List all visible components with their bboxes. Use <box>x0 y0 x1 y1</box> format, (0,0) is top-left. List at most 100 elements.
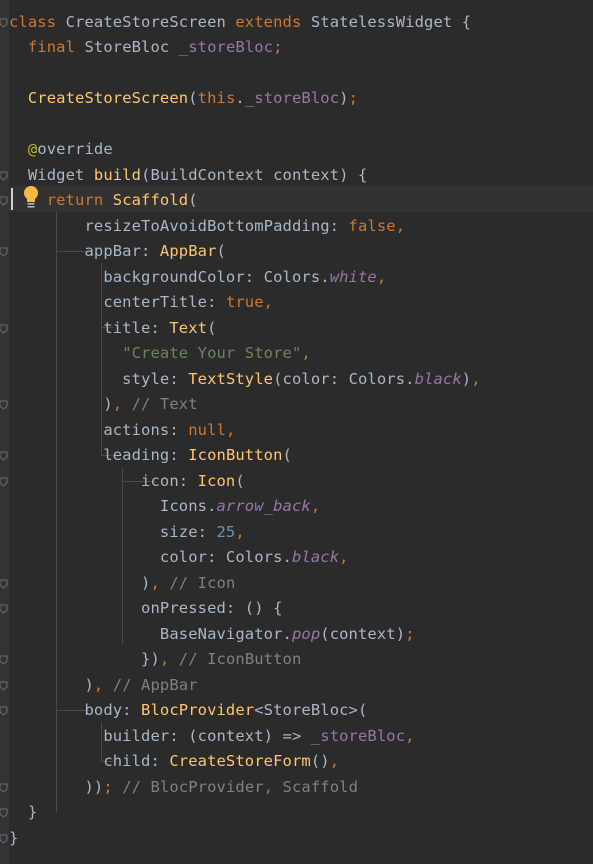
code-token: , <box>235 522 245 541</box>
fold-marker-icon[interactable] <box>0 171 8 181</box>
code-line[interactable]: centerTitle: true, <box>9 290 273 316</box>
code-token: title: <box>9 318 170 337</box>
code-line[interactable]: leading: IconButton( <box>9 443 292 469</box>
code-token: . <box>235 89 245 107</box>
code-line[interactable]: } <box>9 826 18 852</box>
code-token: ( <box>207 318 217 337</box>
code-line[interactable]: style: TextStyle(color: Colors.black), <box>9 367 481 393</box>
code-token: @ <box>27 140 38 158</box>
code-line[interactable]: Icons.arrow_back, <box>9 494 320 520</box>
code-token: Icons. <box>9 497 217 515</box>
fold-marker-icon[interactable] <box>0 247 8 257</box>
fold-marker-icon[interactable] <box>0 18 8 28</box>
code-line[interactable]: } <box>9 800 37 826</box>
code-token: StatelessWidget { <box>310 12 472 31</box>
code-line[interactable]: ), // Text <box>9 392 198 418</box>
code-token: }) <box>9 650 160 668</box>
code-line[interactable]: body: BlocProvider<StoreBloc>( <box>9 698 367 724</box>
code-line[interactable]: size: 25, <box>9 520 245 546</box>
code-token: ; <box>348 89 359 107</box>
code-line[interactable]: CreateStoreScreen(this._storeBloc); <box>9 86 358 112</box>
code-token: arrow_back <box>216 497 311 515</box>
code-line[interactable]: final StoreBloc _storeBloc; <box>9 35 283 61</box>
code-line[interactable]: color: Colors.black, <box>9 545 349 571</box>
code-token: extends <box>235 12 311 31</box>
code-token: (color: Colors. <box>273 369 415 388</box>
code-line[interactable]: class CreateStoreScreen extends Stateles… <box>9 10 471 36</box>
code-token: color: Colors. <box>9 548 292 566</box>
code-line[interactable]: backgroundColor: Colors.white, <box>9 265 386 291</box>
code-token: _storeBloc <box>244 89 340 107</box>
code-token: final <box>27 38 85 56</box>
code-token: // AppBar <box>112 675 198 694</box>
code-line[interactable]: onPressed: () { <box>9 596 283 622</box>
fold-marker-icon[interactable] <box>0 196 8 206</box>
code-token: style: <box>9 369 189 388</box>
code-token: ; <box>405 624 415 643</box>
code-token: return <box>46 191 113 209</box>
code-line[interactable]: child: CreateStoreForm(), <box>9 749 339 775</box>
code-token: _storeBloc <box>178 38 274 56</box>
code-line[interactable]: actions: null, <box>9 418 235 444</box>
code-token: // IconButton <box>178 650 302 668</box>
code-token: size: <box>9 522 217 541</box>
code-line[interactable]: ), // AppBar <box>9 673 198 699</box>
code-token: ; <box>103 777 123 796</box>
fold-marker-icon[interactable] <box>0 477 8 487</box>
code-line[interactable]: ), // Icon <box>9 571 235 597</box>
code-token: ) <box>461 369 472 388</box>
fold-marker-icon[interactable] <box>0 324 8 334</box>
code-token: ) <box>339 89 349 107</box>
fold-marker-icon[interactable] <box>0 579 8 589</box>
code-token: , <box>471 369 481 388</box>
code-token: child: <box>9 752 170 770</box>
code-token: Text <box>169 318 208 337</box>
code-token: BlocProvider <box>141 701 255 719</box>
code-token: ( <box>188 89 198 107</box>
code-token: ( <box>235 471 245 490</box>
code-token: , <box>310 497 321 515</box>
code-line[interactable]: return Scaffold( <box>9 188 198 214</box>
fold-marker-icon[interactable] <box>0 783 8 793</box>
code-line[interactable]: icon: Icon( <box>9 469 245 495</box>
code-token: BaseNavigator. <box>9 624 292 643</box>
code-line[interactable]: @override <box>9 137 113 163</box>
code-token: , <box>159 650 179 668</box>
code-line[interactable]: appBar: AppBar( <box>9 239 226 265</box>
code-token: _storeBloc <box>310 726 406 745</box>
code-line[interactable]: }), // IconButton <box>9 647 301 673</box>
code-token: , <box>112 395 132 413</box>
code-token: resizeToAvoidBottomPadding: <box>9 216 349 235</box>
code-token: leading: <box>9 446 189 464</box>
code-token: , <box>301 344 311 362</box>
code-line[interactable]: "Create Your Store", <box>9 341 311 367</box>
code-token: } <box>9 803 38 821</box>
code-line[interactable]: Widget build(BuildContext context) { <box>9 163 367 189</box>
fold-marker-icon[interactable] <box>0 400 8 410</box>
fold-marker-icon[interactable] <box>0 834 8 844</box>
code-token: ; <box>273 38 283 56</box>
fold-marker-icon[interactable] <box>0 808 8 818</box>
code-token: icon: <box>9 471 198 490</box>
code-line[interactable]: title: Text( <box>9 316 217 342</box>
code-token: "Create Your Store" <box>122 344 302 362</box>
code-token: , <box>93 675 113 694</box>
code-line[interactable]: BaseNavigator.pop(context); <box>9 622 415 648</box>
code-editor[interactable]: class CreateStoreScreen extends Stateles… <box>0 0 593 864</box>
code-token: // Icon <box>169 573 236 592</box>
code-line[interactable]: builder: (context) => _storeBloc, <box>9 724 415 750</box>
fold-marker-icon[interactable] <box>0 706 8 716</box>
fold-marker-icon[interactable] <box>0 604 8 614</box>
fold-marker-icon[interactable] <box>0 451 8 461</box>
editor-gutter[interactable] <box>0 0 9 864</box>
code-token: , <box>405 726 415 745</box>
code-token: black <box>414 369 462 388</box>
code-token: StoreBloc <box>84 38 179 56</box>
code-line[interactable]: )); // BlocProvider, Scaffold <box>9 775 358 801</box>
code-line[interactable]: resizeToAvoidBottomPadding: false, <box>9 214 405 240</box>
code-token: Scaffold <box>112 191 189 209</box>
fold-marker-icon[interactable] <box>0 681 8 691</box>
code-token: build <box>93 165 142 184</box>
fold-marker-icon[interactable] <box>0 655 8 665</box>
